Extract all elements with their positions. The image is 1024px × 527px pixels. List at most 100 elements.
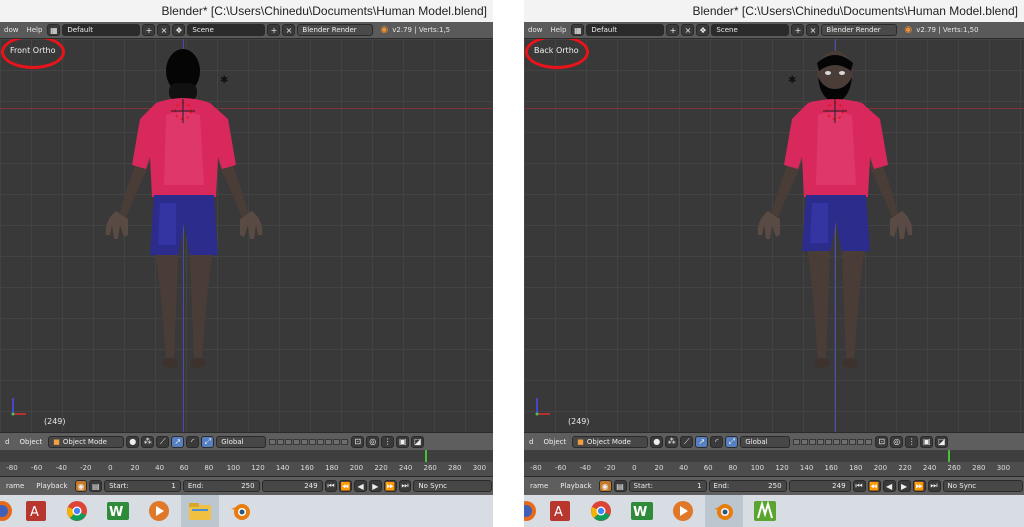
playhead[interactable] [425,450,427,462]
menu-object[interactable]: Object [14,438,47,446]
word-tool-icon[interactable]: W [623,495,661,527]
menu-help[interactable]: Help [546,26,570,34]
add-icon[interactable]: + [267,24,281,36]
end-frame-field[interactable]: End: 250 [182,480,260,492]
jump-end-icon[interactable]: ⏭ [398,480,412,492]
current-frame-field[interactable]: 249 [788,480,851,492]
screen-layout-icon[interactable]: ▦ [47,24,61,36]
scale-icon[interactable]: ⤢ [201,435,215,448]
play-icon[interactable]: ▶ [368,480,382,492]
proportional-edit-icon[interactable]: ◎ [890,435,904,448]
render-engine-select[interactable]: Blender Render [821,24,898,36]
scene-icon[interactable]: ❖ [696,24,710,36]
blender-icon[interactable] [222,495,260,527]
scene-icon[interactable]: ❖ [172,24,186,36]
translate-icon[interactable]: ↗ [695,435,709,448]
translate-icon[interactable]: ↗ [171,435,185,448]
object-mode-select[interactable]: ■ Object Mode [48,435,125,448]
manipulator-icon[interactable]: ⟋ [680,435,694,448]
3d-viewport[interactable]: Back Ortho ✱ (249) [524,39,1024,432]
close-icon[interactable]: × [157,24,171,36]
menu-select[interactable]: d [0,438,14,446]
jump-end-icon[interactable]: ⏭ [927,480,941,492]
close-icon[interactable]: × [681,24,695,36]
keying-icon[interactable]: ▤ [613,480,627,492]
viewport-shading-icon[interactable]: ● [126,435,140,448]
menu-playback[interactable]: Playback [30,482,73,490]
snap-icon[interactable]: ⋮ [905,435,919,448]
access-icon[interactable]: A [541,495,579,527]
prev-key-icon[interactable]: ⏪ [339,480,353,492]
menu-frame[interactable]: rame [524,482,554,490]
timeline-ruler[interactable]: -80 -60 -40 -20 0 20 40 60 80 100 120 140 160 180 200 2… [0,450,493,476]
end-frame-field[interactable]: End: 250 [708,480,787,492]
sync-mode-select[interactable]: No Sync [942,480,1023,492]
screen-layout-icon[interactable]: ▦ [571,24,585,36]
timeline-ruler[interactable]: -80 -60 -40 -20 0 20 40 60 80 100 120 140 160 180 200 2… [524,450,1024,476]
render-engine-select[interactable]: Blender Render [297,24,374,36]
proportional-edit-icon[interactable]: ◎ [366,435,380,448]
next-key-icon[interactable]: ⏩ [383,480,397,492]
screen-layout-field[interactable]: Default [586,24,665,36]
start-frame-field[interactable]: Start: 1 [628,480,707,492]
green-app-icon[interactable] [746,495,784,527]
menu-object[interactable]: Object [538,438,571,446]
human-model-back[interactable]: ✱ [750,45,926,375]
human-model-front[interactable]: ✱ [96,45,272,375]
screen-layout-field[interactable]: Default [62,24,141,36]
jump-start-icon[interactable]: ⏮ [324,480,338,492]
transform-orientation-select[interactable]: Global [740,435,791,448]
timeline-strip[interactable] [0,450,493,462]
manipulator-icon[interactable]: ⟋ [156,435,170,448]
menu-frame[interactable]: rame [0,482,30,490]
start-frame-field[interactable]: Start: 1 [104,480,181,492]
playhead[interactable] [948,450,950,462]
transform-orientation-select[interactable]: Global [216,435,267,448]
access-icon[interactable]: A [17,495,55,527]
scale-icon[interactable]: ⤢ [725,435,739,448]
menu-window[interactable]: dow [0,26,22,34]
record-icon[interactable]: ◉ [74,480,88,492]
play-icon[interactable]: ▶ [897,480,911,492]
pivot-point-icon[interactable]: ⁂ [141,435,155,448]
rotate-icon[interactable]: ◜ [186,435,200,448]
render-icon[interactable]: ▣ [396,435,410,448]
lock-icon[interactable]: ⊡ [351,435,365,448]
firefox-icon[interactable] [0,495,14,527]
camera-icon[interactable]: ◪ [935,435,949,448]
file-explorer-icon[interactable] [181,495,219,527]
render-icon[interactable]: ▣ [920,435,934,448]
scene-field[interactable]: Scene [187,24,266,36]
menu-window[interactable]: dow [524,26,546,34]
play-reverse-icon[interactable]: ◀ [354,480,367,492]
layer-buttons[interactable] [269,438,349,445]
record-icon[interactable]: ◉ [598,480,612,492]
viewport-shading-icon[interactable]: ● [650,435,664,448]
chrome-icon[interactable] [58,495,96,527]
close-icon[interactable]: × [806,24,820,36]
rotate-icon[interactable]: ◜ [710,435,724,448]
layer-buttons[interactable] [793,438,873,445]
scene-field[interactable]: Scene [711,24,790,36]
camera-icon[interactable]: ◪ [411,435,425,448]
add-icon[interactable]: + [791,24,805,36]
snap-icon[interactable]: ⋮ [381,435,395,448]
media-player-icon[interactable] [664,495,702,527]
keying-icon[interactable]: ▤ [89,480,103,492]
object-mode-select[interactable]: ■ Object Mode [572,435,649,448]
chrome-icon[interactable] [582,495,620,527]
play-reverse-icon[interactable]: ◀ [882,480,896,492]
blender-icon[interactable] [705,495,743,527]
menu-help[interactable]: Help [22,26,46,34]
jump-start-icon[interactable]: ⏮ [852,480,866,492]
prev-key-icon[interactable]: ⏪ [867,480,881,492]
add-icon[interactable]: + [666,24,680,36]
word-tool-icon[interactable]: W [99,495,137,527]
menu-select[interactable]: d [524,438,538,446]
lock-icon[interactable]: ⊡ [875,435,889,448]
menu-playback[interactable]: Playback [554,482,597,490]
sync-mode-select[interactable]: No Sync [413,480,493,492]
media-player-icon[interactable] [140,495,178,527]
current-frame-field[interactable]: 249 [261,480,323,492]
3d-viewport[interactable]: Front Ortho ✱ (249) [0,39,493,432]
